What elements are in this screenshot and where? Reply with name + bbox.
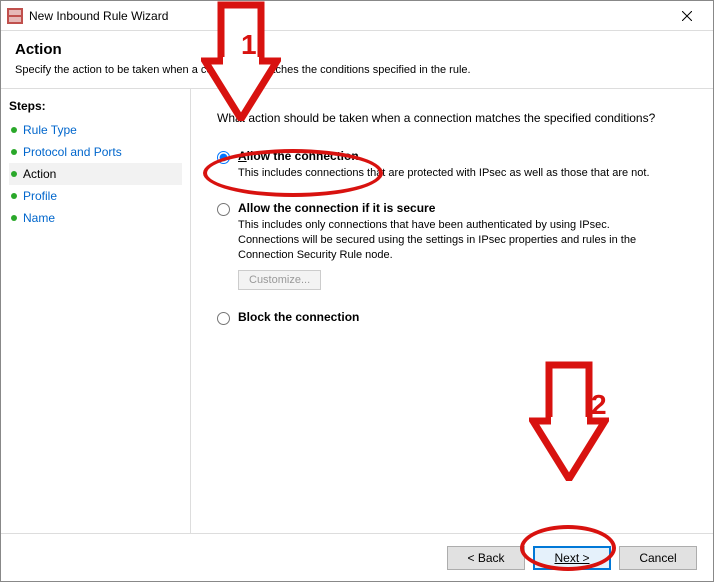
wizard-header: Action Specify the action to be taken wh… [1, 31, 713, 89]
sidebar-item-protocol-ports[interactable]: Protocol and Ports [9, 141, 182, 163]
back-label: < Back [467, 551, 504, 565]
titlebar: New Inbound Rule Wizard [1, 1, 713, 31]
radio-allow[interactable]: Allow the connection [217, 149, 693, 164]
radio-allow-secure-desc: This includes only connections that have… [238, 218, 668, 263]
back-button[interactable]: < Back [447, 546, 525, 570]
page-title: Action [15, 41, 699, 58]
wizard-body: Steps: Rule Type Protocol and Ports Acti… [1, 89, 713, 533]
option-block: Block the connection [217, 310, 693, 325]
steps-label: Steps: [9, 99, 182, 113]
bullet-icon [11, 215, 17, 221]
sidebar-item-profile[interactable]: Profile [9, 185, 182, 207]
radio-allow-input[interactable] [217, 151, 230, 164]
cancel-label: Cancel [639, 551, 676, 565]
radio-allow-secure-input[interactable] [217, 203, 230, 216]
option-allow-secure: Allow the connection if it is secure Thi… [217, 201, 693, 291]
steps-list: Rule Type Protocol and Ports Action Prof… [9, 119, 182, 229]
cancel-button[interactable]: Cancel [619, 546, 697, 570]
radio-block-input[interactable] [217, 312, 230, 325]
close-icon [682, 11, 692, 21]
radio-allow-secure-label: Allow the connection if it is secure [238, 201, 435, 215]
page-subtitle: Specify the action to be taken when a co… [15, 64, 699, 76]
radio-allow-desc: This includes connections that are prote… [238, 166, 668, 181]
next-label: Next > [554, 551, 589, 565]
sidebar-item-name[interactable]: Name [9, 207, 182, 229]
window-title: New Inbound Rule Wizard [29, 9, 667, 23]
radio-allow-secure[interactable]: Allow the connection if it is secure [217, 201, 693, 216]
bullet-icon [11, 193, 17, 199]
sidebar-item-rule-type[interactable]: Rule Type [9, 119, 182, 141]
footer: < Back Next > Cancel [1, 533, 713, 581]
firewall-icon [7, 8, 23, 24]
radio-block-label: Block the connection [238, 310, 359, 324]
main-panel: What action should be taken when a conne… [191, 89, 713, 533]
radio-allow-label: Allow the connection [238, 149, 359, 163]
bullet-icon [11, 127, 17, 133]
next-button[interactable]: Next > [533, 546, 611, 570]
action-prompt: What action should be taken when a conne… [217, 111, 693, 125]
steps-sidebar: Steps: Rule Type Protocol and Ports Acti… [1, 89, 191, 533]
customize-button: Customize... [238, 270, 321, 290]
bullet-icon [11, 171, 17, 177]
bullet-icon [11, 149, 17, 155]
option-allow: Allow the connection This includes conne… [217, 149, 693, 181]
radio-block[interactable]: Block the connection [217, 310, 693, 325]
close-button[interactable] [667, 2, 707, 30]
wizard-window: New Inbound Rule Wizard Action Specify t… [0, 0, 714, 582]
sidebar-item-action[interactable]: Action [9, 163, 182, 185]
